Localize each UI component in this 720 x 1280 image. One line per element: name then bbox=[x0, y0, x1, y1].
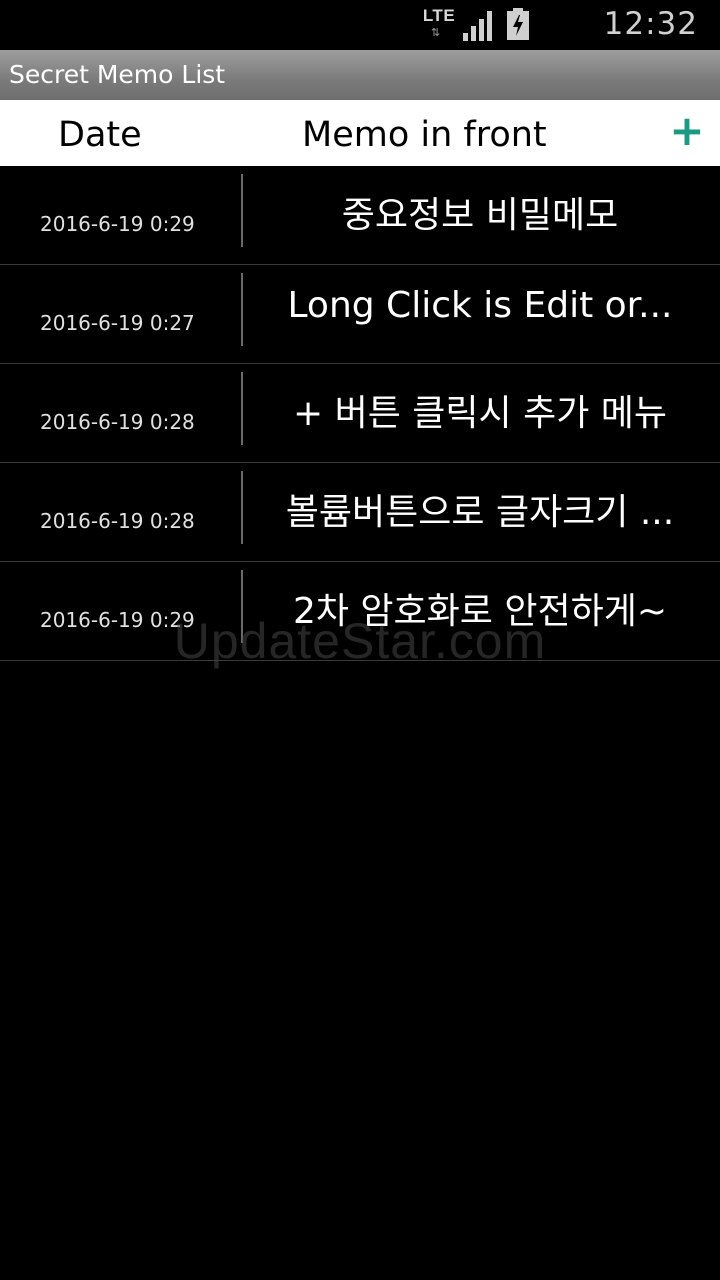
lte-indicator: LTE bbox=[422, 6, 456, 25]
memo-text: 볼륨버튼으로 글자크기 ... bbox=[285, 492, 675, 533]
memo-text: + 버튼 클릭시 추가 메뉴 bbox=[292, 393, 668, 434]
memo-text: Long Click is Edit or... bbox=[287, 285, 673, 326]
app-title: Secret Memo List bbox=[9, 60, 226, 89]
memo-date: 2016-6-19 0:28 bbox=[40, 509, 195, 533]
clock: 12:32 bbox=[603, 6, 698, 42]
add-memo-button[interactable]: + bbox=[664, 106, 710, 156]
memo-date: 2016-6-19 0:28 bbox=[40, 410, 195, 434]
memo-date: 2016-6-19 0:29 bbox=[40, 212, 195, 236]
watermark: UpdateStar.com bbox=[173, 613, 547, 669]
memo-row[interactable]: 2016-6-19 0:29 중요정보 비밀메모 bbox=[0, 166, 720, 265]
memo-text: 중요정보 비밀메모 bbox=[341, 195, 619, 236]
memo-list: 2016-6-19 0:29 중요정보 비밀메모 2016-6-19 0:27 … bbox=[0, 166, 720, 661]
memo-row[interactable]: 2016-6-19 0:28 + 버튼 클릭시 추가 메뉴 bbox=[0, 364, 720, 463]
column-divider bbox=[241, 471, 243, 544]
memo-column-header: Memo in front bbox=[302, 115, 547, 155]
data-activity-icon: ⇅ bbox=[431, 26, 441, 39]
column-divider bbox=[241, 273, 243, 346]
app-title-bar: Secret Memo List bbox=[0, 50, 720, 100]
signal-strength-icon bbox=[463, 11, 492, 41]
date-column-header: Date bbox=[58, 115, 142, 155]
memo-row[interactable]: 2016-6-19 0:28 볼륨버튼으로 글자크기 ... bbox=[0, 463, 720, 562]
column-divider bbox=[241, 372, 243, 445]
column-divider bbox=[241, 174, 243, 247]
memo-date: 2016-6-19 0:27 bbox=[40, 311, 195, 335]
memo-row[interactable]: 2016-6-19 0:27 Long Click is Edit or... bbox=[0, 265, 720, 364]
battery-charging-icon bbox=[507, 8, 529, 40]
list-header: Date Memo in front + bbox=[0, 100, 720, 166]
status-bar: LTE ⇅ 12:32 bbox=[0, 0, 720, 50]
